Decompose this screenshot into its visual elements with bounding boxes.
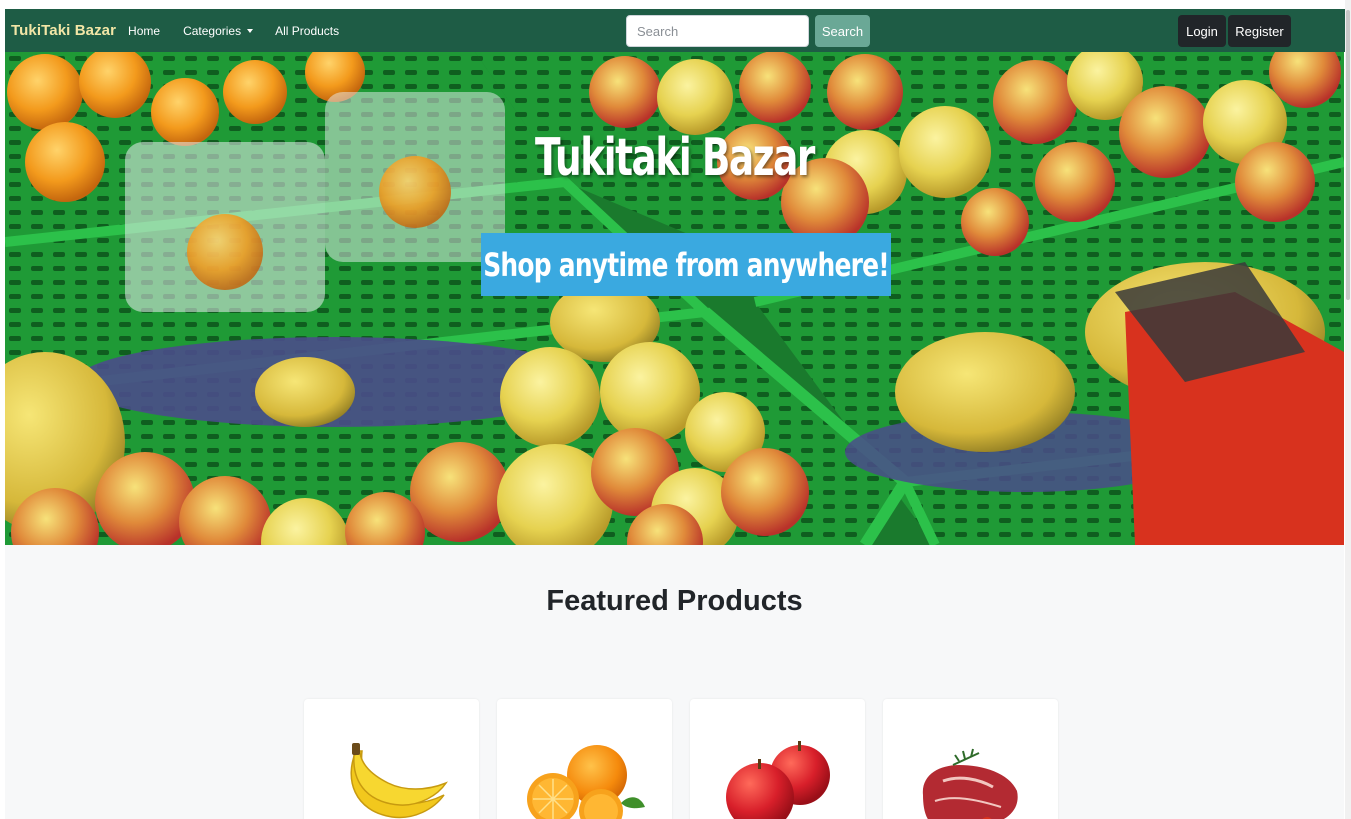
- product-card[interactable]: [497, 699, 672, 819]
- fruit-market-image: [5, 52, 1344, 545]
- caret-down-icon: [247, 28, 254, 33]
- page: TukiTaki Bazar Home Categories All Produ…: [0, 0, 1351, 819]
- navbar: TukiTaki Bazar Home Categories All Produ…: [5, 9, 1345, 52]
- product-card[interactable]: [304, 699, 479, 819]
- hero-title: Tukitaki Bazar: [535, 128, 815, 188]
- search-input[interactable]: [626, 15, 809, 47]
- brand-logo[interactable]: TukiTaki Bazar: [11, 22, 116, 39]
- nav-link-home[interactable]: Home: [128, 24, 160, 38]
- product-card[interactable]: [690, 699, 865, 819]
- hero-banner: Tukitaki Bazar Shop anytime from anywher…: [5, 52, 1344, 545]
- hero-tagline-banner: Shop anytime from anywhere!: [481, 233, 891, 296]
- banana-icon: [350, 743, 448, 819]
- nav-link-all-products[interactable]: All Products: [275, 24, 339, 38]
- meat-icon: [922, 748, 1018, 819]
- hero-tagline-text: Shop anytime from anywhere!: [483, 245, 889, 284]
- page-scrollbar[interactable]: [1345, 0, 1351, 819]
- featured-title: Featured Products: [546, 585, 803, 617]
- featured-section: Featured Products: [5, 545, 1344, 819]
- nav-dropdown-categories[interactable]: Categories: [183, 23, 254, 38]
- apple-icon: [726, 741, 830, 819]
- scrollbar-thumb[interactable]: [1346, 10, 1350, 300]
- nav-dropdown-label: Categories: [183, 23, 242, 38]
- register-button[interactable]: Register: [1228, 15, 1291, 47]
- product-card[interactable]: [883, 699, 1058, 819]
- orange-icon: [527, 745, 645, 819]
- search-button[interactable]: Search: [815, 15, 870, 47]
- login-button[interactable]: Login: [1178, 15, 1226, 47]
